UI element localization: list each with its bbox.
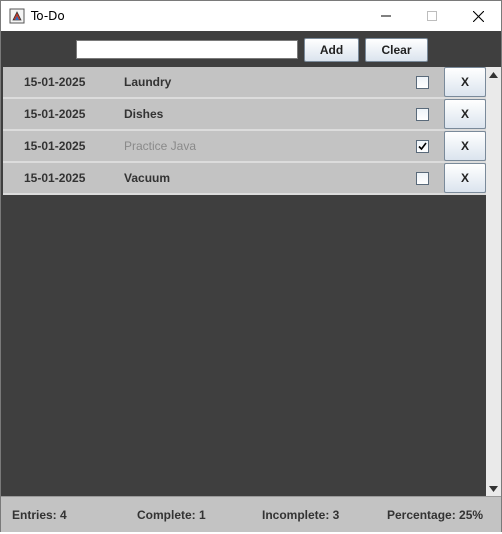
- task-done-checkbox[interactable]: [416, 140, 429, 153]
- scroll-down-button[interactable]: [486, 481, 501, 496]
- percentage-value: Percentage: 25%: [387, 508, 484, 522]
- task-name: Dishes: [124, 107, 164, 121]
- close-icon: [472, 10, 484, 22]
- minimize-icon: [381, 15, 391, 17]
- task-list: 15-01-2025 Laundry X 15-01-2025 Dishes X…: [1, 67, 486, 496]
- vertical-scrollbar[interactable]: [486, 67, 501, 496]
- task-date: 15-01-2025: [24, 75, 86, 89]
- scroll-up-button[interactable]: [486, 67, 501, 82]
- status-bar: Entries: 4 Complete: 1 Incomplete: 3 Per…: [1, 496, 501, 532]
- window-title: To-Do: [31, 9, 65, 23]
- delete-task-button[interactable]: X: [444, 163, 486, 193]
- delete-task-button[interactable]: X: [444, 67, 486, 97]
- incomplete-count: Incomplete: 3: [262, 508, 340, 522]
- task-name: Vacuum: [124, 171, 171, 185]
- task-row: 15-01-2025 Dishes X: [3, 99, 486, 131]
- app-window: To-Do Add Clear 15-01-2025 Laundry X 15-…: [0, 0, 502, 532]
- task-date: 15-01-2025: [24, 171, 86, 185]
- task-done-checkbox[interactable]: [416, 76, 429, 89]
- java-app-icon: [9, 8, 25, 24]
- task-name: Practice Java: [124, 139, 197, 153]
- task-done-checkbox[interactable]: [416, 108, 429, 121]
- clear-button[interactable]: Clear: [365, 38, 428, 62]
- delete-task-button[interactable]: X: [444, 131, 486, 161]
- task-row: 15-01-2025 Vacuum X: [3, 163, 486, 195]
- entries-count: Entries: 4: [12, 508, 67, 522]
- task-name: Laundry: [124, 75, 172, 89]
- task-row: 15-01-2025 Practice Java X: [3, 131, 486, 163]
- arrow-down-icon: [489, 485, 498, 492]
- complete-count: Complete: 1: [137, 508, 206, 522]
- task-date: 15-01-2025: [24, 139, 86, 153]
- scroll-track[interactable]: [488, 83, 499, 480]
- minimize-button[interactable]: [363, 1, 409, 31]
- add-button[interactable]: Add: [304, 38, 359, 62]
- task-row: 15-01-2025 Laundry X: [3, 67, 486, 99]
- maximize-button[interactable]: [409, 1, 455, 31]
- maximize-icon: [427, 11, 437, 21]
- title-bar: To-Do: [1, 1, 501, 31]
- checkmark-icon: [418, 142, 427, 151]
- delete-task-button[interactable]: X: [444, 99, 486, 129]
- task-done-checkbox[interactable]: [416, 172, 429, 185]
- task-date: 15-01-2025: [24, 107, 86, 121]
- toolbar: Add Clear: [1, 31, 501, 67]
- window-controls: [363, 1, 501, 31]
- close-button[interactable]: [455, 1, 501, 31]
- task-input[interactable]: [76, 40, 298, 59]
- arrow-up-icon: [489, 71, 498, 78]
